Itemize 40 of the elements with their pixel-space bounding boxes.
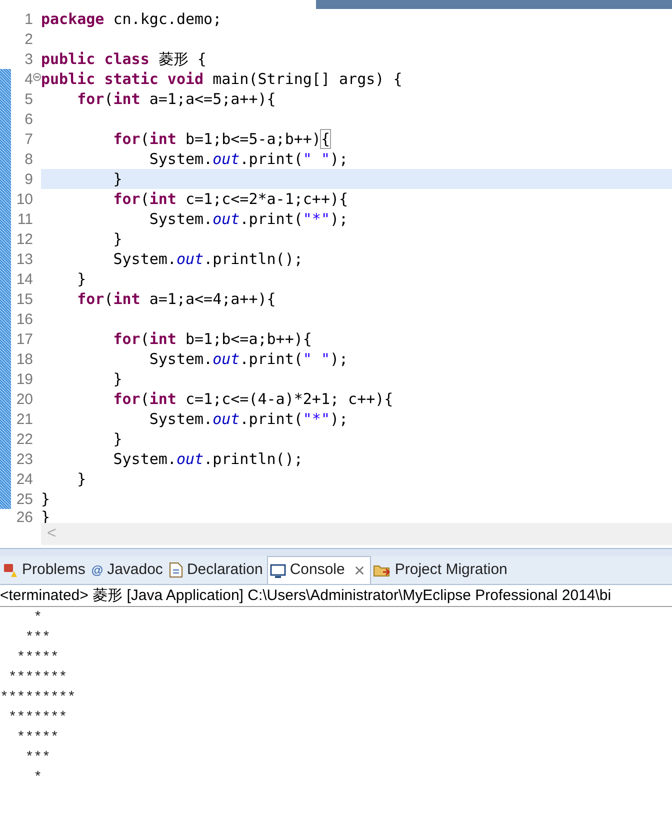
line-number: 19 [16, 372, 33, 386]
line-number: 3 [24, 52, 33, 66]
line-number: 14 [16, 272, 33, 286]
panel-tab[interactable]: @ Javadoc [89, 556, 167, 584]
panel-tab[interactable]: Problems [0, 556, 90, 584]
warning-icon [2, 562, 18, 578]
panel-tab[interactable]: Console [266, 556, 371, 584]
line-number: 18 [16, 352, 33, 366]
line-number: 24 [16, 472, 33, 486]
console-output: * *** ***** ******* ********* ******* ***** *** * [0, 609, 76, 788]
at-sign-icon: @ [91, 561, 104, 579]
line-number: 1 [24, 12, 33, 26]
line-number: 4 [24, 72, 33, 86]
line-number: 20 [16, 392, 33, 406]
line-number: 17 [16, 332, 33, 346]
close-icon[interactable] [352, 564, 366, 577]
line-number: 22 [16, 432, 33, 446]
line-number: 8 [24, 152, 33, 166]
console-header: <terminated> 菱形 [Java Application] C:\Users\Administrator\MyEclipse Professional 2014\bi [0, 585, 672, 607]
line-number: 5 [24, 92, 33, 106]
line-number: 11 [17, 212, 33, 226]
monitor-icon [270, 562, 286, 578]
line-number: 26 [16, 510, 33, 524]
line-number: 25 [16, 492, 33, 506]
line-number: 6 [24, 112, 33, 126]
line-number: 15 [16, 292, 33, 306]
line-number: 7 [24, 132, 33, 146]
line-number: 9 [24, 172, 33, 186]
line-number: 2 [24, 32, 33, 46]
line-number: 21 [16, 412, 33, 426]
line-number: 12 [16, 232, 33, 246]
document-icon [168, 562, 183, 578]
panel-tab[interactable]: Declaration [166, 556, 267, 584]
line-number: 16 [16, 312, 33, 326]
collapse-icon[interactable] [33, 73, 41, 81]
panel-tab[interactable]: Project Migration [370, 556, 512, 584]
line-number: 23 [16, 452, 33, 466]
line-number: 13 [16, 252, 33, 266]
line-number: 10 [16, 192, 33, 206]
current-line-highlight: } [41, 169, 672, 189]
